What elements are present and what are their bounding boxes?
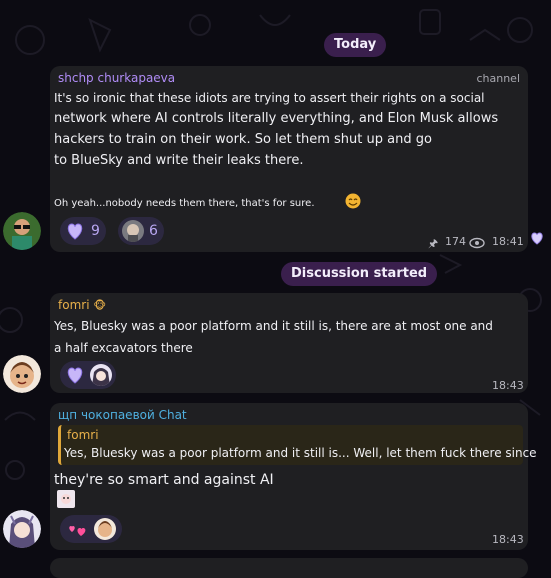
- reaction-count: 9: [91, 223, 100, 239]
- avatar-image: [3, 355, 41, 393]
- channel-post-bubble: shchp churkapaeva channel It's so ironic…: [50, 66, 528, 252]
- avatar[interactable]: [3, 510, 41, 548]
- eye-icon: [469, 234, 485, 253]
- message-footer: Oh yeah...nobody needs them there, that'…: [54, 195, 315, 213]
- sender-name[interactable]: fomri 🐵: [58, 298, 106, 313]
- sender-name-text: fomri: [58, 298, 90, 312]
- message-time: 18:43: [492, 533, 524, 546]
- message-line-3: hackers to train on their work. So let t…: [54, 132, 432, 147]
- date-pill-label: Today: [334, 37, 377, 52]
- message-line-2: a half excavators there: [54, 341, 193, 355]
- message-time: 18:43: [492, 379, 524, 392]
- boy-avatar-icon: [94, 518, 116, 540]
- reaction-group[interactable]: [60, 515, 122, 543]
- reaction-group[interactable]: [60, 361, 116, 389]
- view-count: 174: [445, 235, 466, 248]
- channel-tag: channel: [476, 72, 520, 85]
- heart-reaction-icon[interactable]: [529, 230, 545, 246]
- comment-bubble: щп чокопаевой Chat fomri Yes, Bluesky wa…: [50, 403, 537, 550]
- face-avatar-icon: [122, 220, 144, 242]
- avatar[interactable]: [3, 212, 41, 250]
- date-pill: Today: [324, 33, 387, 57]
- message-line-1: Yes, Bluesky was a poor platform and it …: [54, 319, 493, 333]
- pin-icon: 🖈: [428, 237, 439, 250]
- reaction-heart[interactable]: 9: [60, 217, 106, 245]
- anime-avatar-icon: [90, 364, 112, 386]
- smiling-emoji-icon: [345, 193, 361, 209]
- message-line-1: It's so ironic that these idiots are try…: [54, 91, 485, 105]
- quote-sender: fomri: [67, 428, 99, 442]
- purple-heart-icon: [64, 364, 86, 386]
- discussion-pill-label: Discussion started: [291, 266, 428, 281]
- sticker-icon: [57, 490, 75, 508]
- purple-heart-icon: [64, 220, 86, 242]
- message-text: they're so smart and against AI: [54, 472, 274, 488]
- sender-name[interactable]: shchp churkapaeva: [58, 71, 175, 86]
- avatar[interactable]: [3, 355, 41, 393]
- avatar-image: [3, 510, 41, 548]
- discussion-pill: Discussion started: [281, 262, 438, 286]
- quote-text: Yes, Bluesky was a poor platform and it …: [64, 446, 537, 460]
- message-line-2: network where AI controls literally ever…: [54, 111, 499, 126]
- hearts-emoji-icon: [66, 518, 88, 540]
- monkey-emoji-icon: 🐵: [93, 299, 107, 312]
- comment-bubble: fomri 🐵 Yes, Bluesky was a poor platform…: [50, 293, 528, 393]
- reply-quote[interactable]: fomri Yes, Bluesky was a poor platform a…: [58, 425, 537, 465]
- message-footer-text: Oh yeah...nobody needs them there, that'…: [54, 198, 315, 209]
- reaction-count: 6: [149, 223, 158, 239]
- message-line-4: to BlueSky and write their leaks there.: [54, 153, 304, 168]
- sender-name[interactable]: щп чокопаевой Chat: [58, 408, 187, 423]
- reaction-face[interactable]: 6: [118, 217, 164, 245]
- avatar-image: [3, 212, 41, 250]
- next-message-bubble: [50, 558, 528, 578]
- message-time: 18:41: [492, 235, 524, 248]
